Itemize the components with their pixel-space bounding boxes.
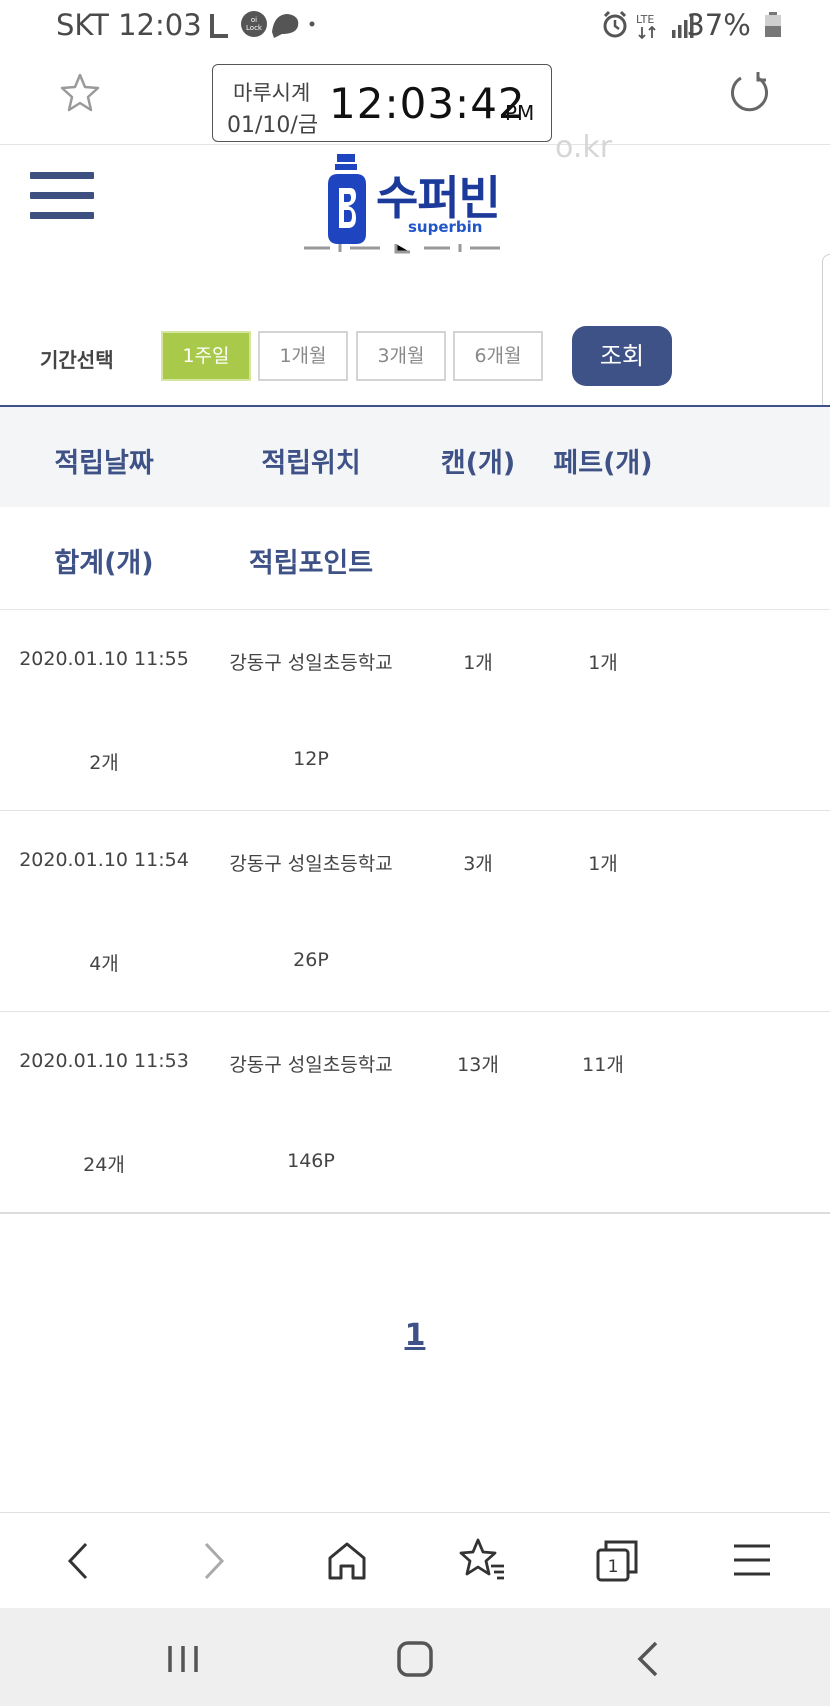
browser-bottom-nav	[0, 1512, 830, 1609]
table-row: 2020.01.10 11:54 강동구 성일초등학교 3개 1개 4개 26P	[0, 811, 830, 1012]
bookmark-star-icon[interactable]	[60, 72, 100, 116]
bookmarks-icon[interactable]	[458, 1536, 508, 1586]
table-bottom-border	[0, 1212, 830, 1214]
battery-icon	[765, 12, 781, 37]
back-icon[interactable]	[54, 1536, 104, 1586]
row-total: 2개	[89, 752, 119, 774]
row-location: 강동구 성일초등학교	[229, 652, 393, 674]
row-location: 강동구 성일초등학교	[229, 1054, 393, 1076]
page-number-link[interactable]: 1	[395, 1318, 435, 1353]
row-date: 2020.01.10 11:54	[19, 849, 189, 871]
row-pet: 11개	[582, 1054, 624, 1076]
logo-subtext: superbin	[408, 218, 483, 236]
row-points: 146P	[287, 1150, 335, 1172]
period-3month-button[interactable]: 3개월	[356, 331, 446, 381]
table-header-row-2: 합계(개) 적립포인트	[0, 507, 830, 610]
row-date: 2020.01.10 11:55	[19, 648, 189, 670]
table-header-row-1: 적립날짜 적립위치 캔(개) 페트(개)	[0, 407, 830, 507]
clock-widget[interactable]: 마루시계 01/10/금 12:03:42 PM	[212, 64, 552, 142]
notification-icons: oi Lock	[210, 10, 320, 46]
period-6month-button[interactable]: 6개월	[453, 331, 543, 381]
period-1month-button[interactable]: 1개월	[258, 331, 348, 381]
home-button-icon[interactable]	[392, 1636, 438, 1682]
header-date: 적립날짜	[54, 448, 154, 479]
row-total: 24개	[83, 1154, 125, 1176]
period-label: 기간선택	[40, 348, 114, 372]
search-button[interactable]: 조회	[572, 326, 672, 386]
table-row: 2020.01.10 11:53 강동구 성일초등학교 13개 11개 24개 …	[0, 1012, 830, 1212]
clock-date: 01/10/금	[227, 113, 319, 138]
row-can: 1개	[463, 652, 493, 674]
period-1week-button[interactable]: 1주일	[161, 331, 251, 381]
svg-text:oi: oi	[251, 16, 257, 24]
superbin-logo[interactable]: 수퍼빈 superbin	[318, 152, 518, 252]
hidden-title-remnant	[300, 242, 530, 254]
clock-ampm: PM	[505, 101, 535, 125]
system-back-icon[interactable]	[626, 1636, 672, 1682]
clock-time: 12:03:42	[329, 79, 526, 128]
battery-status: 37%	[686, 8, 782, 42]
svg-text:Lock: Lock	[246, 24, 263, 32]
row-total: 4개	[89, 953, 119, 975]
header-points: 적립포인트	[248, 548, 374, 579]
header-location: 적립위치	[261, 448, 361, 479]
clock-app-name: 마루시계	[233, 81, 311, 105]
header-total: 합계(개)	[54, 548, 154, 579]
row-location: 강동구 성일초등학교	[229, 853, 393, 875]
status-bar: SKT 12:03 oi Lock LTE 37%	[0, 0, 830, 52]
header-pet: 페트(개)	[553, 448, 653, 479]
header-can: 캔(개)	[440, 448, 516, 479]
row-can: 13개	[457, 1054, 499, 1076]
lte-label: LTE	[636, 13, 654, 26]
row-can: 3개	[463, 853, 493, 875]
row-pet: 1개	[588, 652, 618, 674]
carrier-time: SKT 12:03	[56, 8, 202, 42]
bottle-logo-icon	[328, 154, 366, 244]
refresh-icon[interactable]	[728, 70, 772, 118]
battery-percent: 37%	[686, 8, 751, 42]
row-pet: 1개	[588, 853, 618, 875]
tabs-icon[interactable]: 1	[592, 1536, 642, 1586]
browser-menu-icon[interactable]	[728, 1536, 778, 1586]
forward-icon[interactable]	[188, 1536, 238, 1586]
home-icon[interactable]	[322, 1536, 372, 1586]
menu-icon[interactable]	[30, 172, 94, 220]
row-points: 26P	[293, 949, 329, 971]
table-row: 2020.01.10 11:55 강동구 성일초등학교 1개 1개 2개 12P	[0, 610, 830, 811]
recent-apps-icon[interactable]	[160, 1636, 206, 1682]
row-date: 2020.01.10 11:53	[19, 1050, 189, 1072]
row-points: 12P	[293, 748, 329, 770]
tab-count: 1	[608, 1557, 619, 1577]
